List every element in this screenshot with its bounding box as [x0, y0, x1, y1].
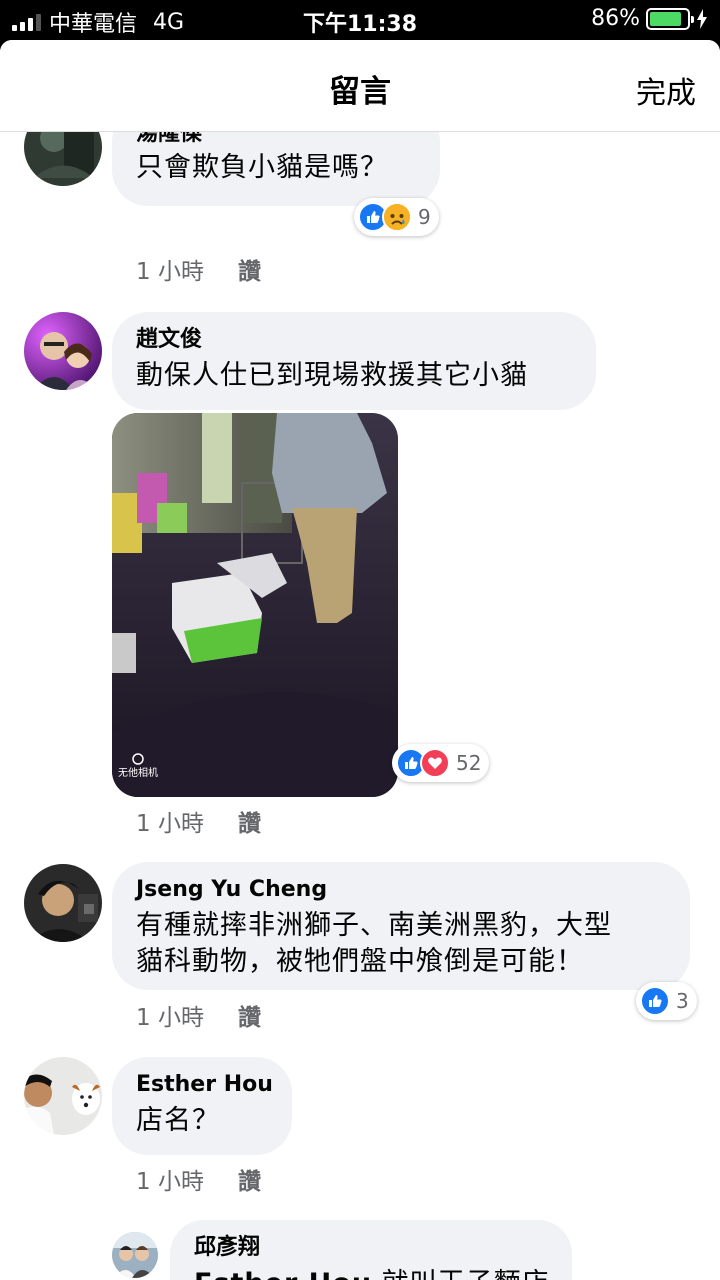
comment-author[interactable]: 湯隆傑 — [136, 132, 416, 148]
comment-meta: 1 小時 讚 — [136, 252, 261, 286]
sad-icon — [382, 202, 412, 232]
battery-icon — [646, 7, 694, 30]
battery-level — [650, 11, 681, 26]
comment-time[interactable]: 1 小時 — [136, 1162, 204, 1196]
comment-meta: 1 小時 讚 — [136, 804, 261, 838]
status-right: 86% — [591, 6, 708, 31]
reaction-count: 52 — [456, 751, 482, 775]
love-icon — [420, 748, 450, 778]
reaction-summary[interactable]: 52 — [392, 744, 490, 782]
done-button[interactable]: 完成 — [636, 68, 696, 112]
like-icon — [640, 986, 670, 1016]
like-comment-button[interactable]: 讚 — [238, 804, 261, 838]
comment-author[interactable]: 趙文俊 — [136, 326, 572, 354]
comment-text: 店名？ — [136, 1105, 220, 1136]
like-comment-button[interactable]: 讚 — [238, 1162, 261, 1196]
photo-watermark: 无他相机 — [118, 766, 158, 779]
comment-bubble: 趙文俊 動保人仕已到現場救援其它小貓 — [112, 312, 596, 410]
comment-text: 只會欺負小貓是嗎？ — [136, 152, 388, 183]
comment-author[interactable]: Jseng Yu Cheng — [136, 876, 666, 904]
like-comment-button[interactable]: 讚 — [238, 998, 261, 1032]
comment-meta: 1 小時 讚 — [136, 998, 261, 1032]
mention-link[interactable]: Esther Hou — [194, 1268, 372, 1280]
comment-time[interactable]: 1 小時 — [136, 998, 204, 1032]
comment-photo[interactable]: 无他相机 — [112, 413, 398, 797]
comment-author[interactable]: Esther Hou — [136, 1071, 273, 1099]
charging-icon — [697, 8, 707, 29]
page-title: 留言 — [329, 74, 391, 110]
header: 留言 完成 — [0, 40, 720, 132]
avatar[interactable] — [24, 132, 102, 186]
reaction-summary[interactable]: 9 — [354, 198, 439, 236]
battery-percent: 86% — [591, 6, 640, 31]
comment-time[interactable]: 1 小時 — [136, 252, 204, 286]
like-comment-button[interactable]: 讚 — [238, 252, 261, 286]
comment-time[interactable]: 1 小時 — [136, 804, 204, 838]
avatar[interactable] — [24, 312, 102, 390]
comments-sheet: 留言 完成 湯隆傑 只會欺負小貓是嗎？ 9 1 小時 讚 趙文俊 動保人仕已到現… — [0, 40, 720, 1280]
avatar[interactable] — [24, 1057, 102, 1135]
avatar[interactable] — [24, 864, 102, 942]
reaction-count: 9 — [418, 205, 431, 229]
comment-list[interactable]: 湯隆傑 只會欺負小貓是嗎？ 9 1 小時 讚 趙文俊 動保人仕已到現場救援其它小… — [0, 132, 720, 1280]
comment-text-line: 有種就摔非洲獅子、南美洲黑豹，大型 — [136, 910, 612, 941]
reaction-summary[interactable]: 3 — [636, 982, 697, 1020]
comment-bubble: Esther Hou 店名？ — [112, 1057, 292, 1155]
reply-text: Esther Hou 就叫王子麵店 — [194, 1266, 550, 1280]
status-bar: 中華電信 4G 下午11:38 86% — [0, 0, 720, 40]
reaction-count: 3 — [676, 989, 689, 1013]
comment-text-line: 貓科動物，被牠們盤中飧倒是可能！ — [136, 946, 584, 977]
comment-bubble: Jseng Yu Cheng 有種就摔非洲獅子、南美洲黑豹，大型 貓科動物，被牠… — [112, 862, 690, 990]
comment-meta: 1 小時 讚 — [136, 1162, 261, 1196]
reply-author[interactable]: 邱彥翔 — [194, 1234, 548, 1262]
comment-text: 動保人仕已到現場救援其它小貓 — [136, 360, 528, 391]
reply-body: 就叫王子麵店 — [382, 1268, 550, 1280]
comment-bubble: 湯隆傑 只會欺負小貓是嗎？ — [112, 132, 440, 206]
avatar[interactable] — [112, 1232, 158, 1278]
reply-bubble: 邱彥翔 Esther Hou 就叫王子麵店 — [170, 1220, 572, 1280]
